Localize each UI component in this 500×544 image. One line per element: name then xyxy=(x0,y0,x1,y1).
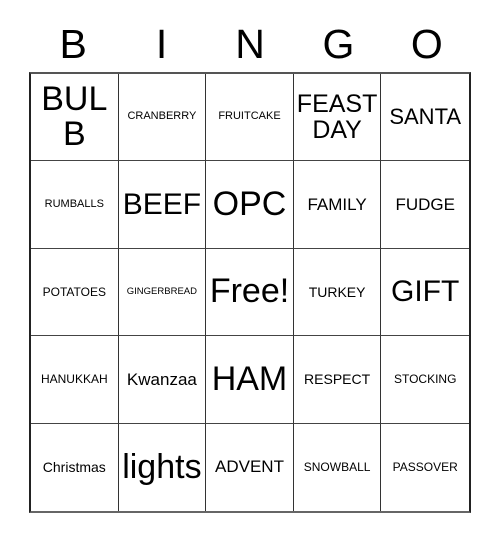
bingo-cell-label: Kwanzaa xyxy=(126,369,197,389)
bingo-grid: BULB CRANBERRY FRUITCAKE FEAST DAY SANTA… xyxy=(29,72,471,513)
bingo-cell-g5[interactable]: SNOWBALL xyxy=(293,423,382,511)
bingo-cell-i4[interactable]: Kwanzaa xyxy=(118,336,207,424)
header-letter-i: I xyxy=(155,21,168,67)
bingo-cell-label: HANUKKAH xyxy=(40,372,108,387)
bingo-cell-label: HAM xyxy=(211,359,288,398)
header-letter-o: O xyxy=(410,21,443,67)
bingo-cell-label: BEEF xyxy=(122,188,202,221)
bingo-cell-n2[interactable]: OPC xyxy=(206,161,294,249)
bingo-cell-label: lights xyxy=(122,447,202,486)
bingo-cell-label: GINGERBREAD xyxy=(126,286,197,298)
bingo-cell-g4[interactable]: RESPECT xyxy=(293,336,382,424)
free-space-label: Free! xyxy=(209,272,290,311)
bingo-cell-label: STOCKING xyxy=(393,372,457,387)
bingo-cell-b1[interactable]: BULB xyxy=(31,74,119,162)
bingo-cell-label: BULB xyxy=(41,79,108,154)
bingo-cell-o5[interactable]: PASSOVER xyxy=(381,423,469,511)
bingo-cell-label: OPC xyxy=(212,184,287,223)
bingo-cell-b5[interactable]: Christmas xyxy=(31,423,119,511)
header-letter-b: B xyxy=(59,21,87,67)
bingo-cell-label: TURKEY xyxy=(308,283,366,300)
bingo-cell-g1[interactable]: FEAST DAY xyxy=(293,74,382,162)
bingo-cell-label: Christmas xyxy=(42,459,106,476)
bingo-cell-label: FAMILY xyxy=(307,194,367,214)
bingo-cell-label: GIFT xyxy=(391,275,460,309)
bingo-cell-label: SNOWBALL xyxy=(303,460,371,475)
bingo-cell-g3[interactable]: TURKEY xyxy=(293,248,382,337)
bingo-cell-i1[interactable]: CRANBERRY xyxy=(118,74,207,162)
bingo-cell-g2[interactable]: FAMILY xyxy=(293,161,382,249)
bingo-cell-label: FUDGE xyxy=(395,194,455,214)
bingo-cell-o4[interactable]: STOCKING xyxy=(381,336,469,424)
bingo-cell-free-space[interactable]: Free! xyxy=(206,248,294,337)
bingo-cell-label: PASSOVER xyxy=(392,460,458,475)
bingo-cell-label: ADVENT xyxy=(215,457,284,477)
bingo-cell-label: SANTA xyxy=(389,103,462,129)
bingo-cell-b3[interactable]: POTATOES xyxy=(31,248,119,337)
bingo-cell-label: RUMBALLS xyxy=(44,197,104,210)
bingo-cell-b2[interactable]: RUMBALLS xyxy=(31,161,119,249)
bingo-cell-label: POTATOES xyxy=(42,284,106,299)
bingo-cell-b4[interactable]: HANUKKAH xyxy=(31,336,119,424)
bingo-cell-label: CRANBERRY xyxy=(127,110,197,123)
header-letter-n: N xyxy=(235,21,265,67)
bingo-cell-n4[interactable]: HAM xyxy=(206,336,294,424)
bingo-cell-i5[interactable]: lights xyxy=(118,423,207,511)
bingo-cell-n5[interactable]: ADVENT xyxy=(206,423,294,511)
bingo-cell-i2[interactable]: BEEF xyxy=(118,161,207,249)
bingo-header: B I N G O xyxy=(29,18,471,70)
bingo-card: B I N G O BULB CRANBERRY FRUITCAKE FEAST… xyxy=(0,0,500,544)
bingo-cell-label: FRUITCAKE xyxy=(218,110,281,123)
bingo-cell-n1[interactable]: FRUITCAKE xyxy=(206,74,294,162)
bingo-cell-label: FEAST DAY xyxy=(296,90,378,145)
header-letter-g: G xyxy=(322,21,355,67)
bingo-cell-o2[interactable]: FUDGE xyxy=(381,161,469,249)
bingo-cell-i3[interactable]: GINGERBREAD xyxy=(118,248,207,337)
bingo-cell-o3[interactable]: GIFT xyxy=(381,248,469,337)
bingo-cell-label: RESPECT xyxy=(304,371,371,388)
bingo-cell-o1[interactable]: SANTA xyxy=(381,74,469,162)
